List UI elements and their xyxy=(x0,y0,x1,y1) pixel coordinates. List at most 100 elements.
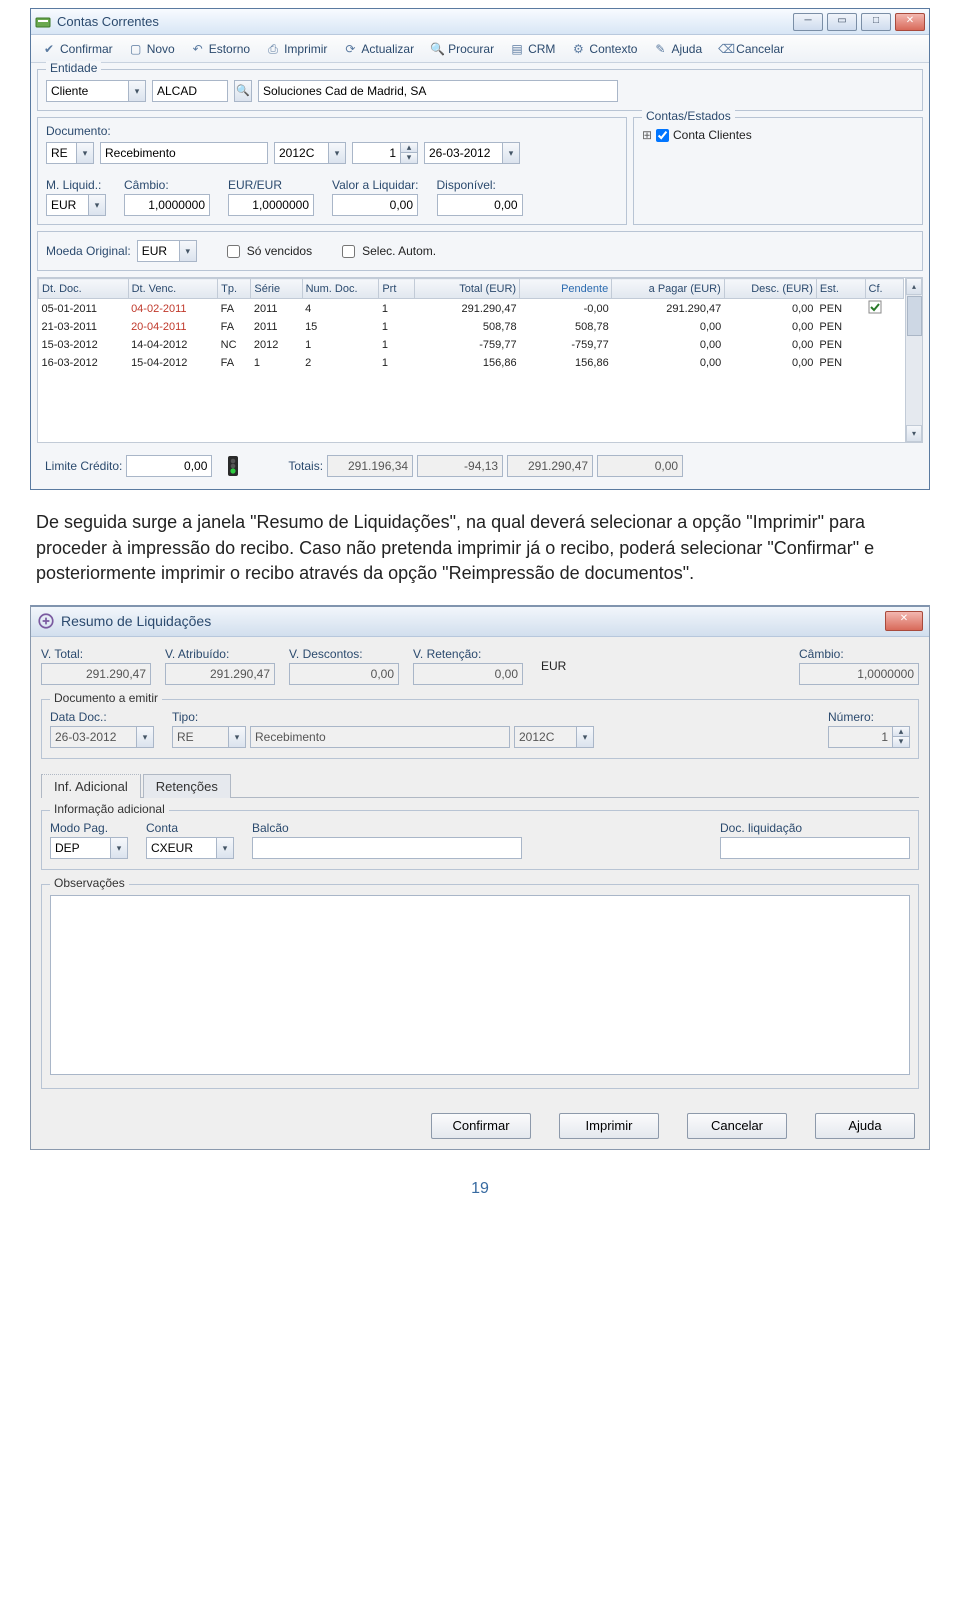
observacoes-textarea[interactable] xyxy=(50,895,910,1075)
toolbar-actualizar[interactable]: ⟳Actualizar xyxy=(336,39,421,59)
toolbar-estorno[interactable]: ↶Estorno xyxy=(184,39,257,59)
dialog-imprimir-button[interactable]: Imprimir xyxy=(559,1113,659,1139)
close-button[interactable]: ✕ xyxy=(895,13,925,31)
tree-expand-icon[interactable]: ⊞ xyxy=(642,128,652,142)
entidade-codigo-input[interactable] xyxy=(152,80,228,102)
eureur-input[interactable] xyxy=(228,194,314,216)
doc-serie-input[interactable] xyxy=(274,142,328,164)
restore-button[interactable]: ▭ xyxy=(827,13,857,31)
tipo-code-select[interactable]: ▾ xyxy=(172,726,246,748)
th-prt[interactable]: Prt xyxy=(379,279,415,299)
scroll-thumb[interactable] xyxy=(907,296,922,336)
spinner-down-icon[interactable]: ▾ xyxy=(892,737,910,748)
dialog-ajuda-button[interactable]: Ajuda xyxy=(815,1113,915,1139)
chk-so-vencidos[interactable]: Só vencidos xyxy=(223,242,312,261)
toolbar-procurar[interactable]: 🔍Procurar xyxy=(423,39,501,59)
dialog-confirmar-button[interactable]: Confirmar xyxy=(431,1113,531,1139)
conta-select[interactable]: ▾ xyxy=(146,837,234,859)
spinner-down-icon[interactable]: ▾ xyxy=(400,153,418,164)
th-est[interactable]: Est. xyxy=(816,279,865,299)
doc-date-select[interactable]: ▾ xyxy=(424,142,520,164)
th-tp[interactable]: Tp. xyxy=(218,279,251,299)
checkbox[interactable] xyxy=(342,245,355,258)
th-numdoc[interactable]: Num. Doc. xyxy=(302,279,379,299)
dialog-close-button[interactable]: ✕ xyxy=(885,611,923,631)
toolbar-imprimir[interactable]: ⎙Imprimir xyxy=(259,39,334,59)
tree-checkbox[interactable] xyxy=(656,129,669,142)
cell-cf[interactable] xyxy=(865,354,903,372)
dialog-cancelar-button[interactable]: Cancelar xyxy=(687,1113,787,1139)
chevron-down-icon[interactable]: ▾ xyxy=(576,726,594,748)
doc-tipodesc-input[interactable] xyxy=(100,142,268,164)
numero-spinner[interactable]: ▴ ▾ xyxy=(828,726,910,748)
toolbar-contexto[interactable]: ⚙Contexto xyxy=(564,39,644,59)
modopag-select[interactable]: ▾ xyxy=(50,837,128,859)
cell-cf[interactable] xyxy=(865,318,903,336)
th-dtvenc[interactable]: Dt. Venc. xyxy=(128,279,218,299)
doc-num-input[interactable] xyxy=(352,142,400,164)
th-desc[interactable]: Desc. (EUR) xyxy=(724,279,816,299)
doc-tipo-input[interactable] xyxy=(46,142,76,164)
chevron-down-icon[interactable]: ▾ xyxy=(88,194,106,216)
search-icon[interactable]: 🔍 xyxy=(234,80,252,102)
mliquid-select[interactable]: ▾ xyxy=(46,194,106,216)
entidade-tipo-select[interactable]: ▾ xyxy=(46,80,146,102)
entidade-tipo-input[interactable] xyxy=(46,80,128,102)
th-apagar[interactable]: a Pagar (EUR) xyxy=(612,279,725,299)
modopag-input[interactable] xyxy=(50,837,110,859)
spinner-up-icon[interactable]: ▴ xyxy=(892,726,910,737)
minimize-button[interactable]: ─ xyxy=(793,13,823,31)
moeda-select[interactable]: ▾ xyxy=(137,240,197,262)
table-row[interactable]: 21-03-201120-04-2011FA2011151508,78508,7… xyxy=(39,318,904,336)
chevron-down-icon[interactable]: ▾ xyxy=(136,726,154,748)
chevron-down-icon[interactable]: ▾ xyxy=(502,142,520,164)
table-row[interactable]: 16-03-201215-04-2012FA121156,86156,860,0… xyxy=(39,354,904,372)
balcao-input[interactable] xyxy=(252,837,522,859)
chevron-down-icon[interactable]: ▾ xyxy=(328,142,346,164)
th-serie[interactable]: Série xyxy=(251,279,302,299)
doc-tipo-select[interactable]: ▾ xyxy=(46,142,94,164)
scroll-down-icon[interactable]: ▾ xyxy=(906,425,922,442)
maximize-button[interactable]: □ xyxy=(861,13,891,31)
doc-date-input[interactable] xyxy=(424,142,502,164)
table-row[interactable]: 15-03-201214-04-2012NC201211-759,77-759,… xyxy=(39,336,904,354)
chevron-down-icon[interactable]: ▾ xyxy=(216,837,234,859)
moeda-input[interactable] xyxy=(137,240,179,262)
chevron-down-icon[interactable]: ▾ xyxy=(110,837,128,859)
docliq-input[interactable] xyxy=(720,837,910,859)
cambio-input[interactable] xyxy=(124,194,210,216)
th-pendente[interactable]: Pendente xyxy=(520,279,612,299)
toolbar-cancelar[interactable]: ⌫Cancelar xyxy=(711,39,791,59)
tree-item-conta-clientes[interactable]: ⊞ Conta Clientes xyxy=(642,128,914,142)
vertical-scrollbar[interactable]: ▴ ▾ xyxy=(905,278,922,442)
checkbox[interactable] xyxy=(227,245,240,258)
tab-inf-adicional[interactable]: Inf. Adicional xyxy=(41,774,141,798)
toolbar-novo[interactable]: ▢Novo xyxy=(122,39,182,59)
entidade-desc-input[interactable] xyxy=(258,80,618,102)
titlebar[interactable]: Contas Correntes ─ ▭ □ ✕ xyxy=(31,9,929,35)
chevron-down-icon[interactable]: ▾ xyxy=(228,726,246,748)
chk-selec-autom[interactable]: Selec. Autom. xyxy=(338,242,436,261)
scroll-up-icon[interactable]: ▴ xyxy=(906,278,922,295)
toolbar-confirmar[interactable]: ✔Confirmar xyxy=(35,39,120,59)
doc-serie-select[interactable]: ▾ xyxy=(274,142,346,164)
toolbar-crm[interactable]: ▤CRM xyxy=(503,39,562,59)
chevron-down-icon[interactable]: ▾ xyxy=(128,80,146,102)
chevron-down-icon[interactable]: ▾ xyxy=(179,240,197,262)
toolbar-ajuda[interactable]: ✎Ajuda xyxy=(646,39,709,59)
doc-num-spinner[interactable]: ▴ ▾ xyxy=(352,142,418,164)
tipo-serie-select[interactable]: ▾ xyxy=(514,726,594,748)
chevron-down-icon[interactable]: ▾ xyxy=(76,142,94,164)
cell-cf[interactable] xyxy=(865,336,903,354)
datadoc-select[interactable]: ▾ xyxy=(50,726,154,748)
dialog-titlebar[interactable]: Resumo de Liquidações ✕ xyxy=(31,607,929,637)
th-total[interactable]: Total (EUR) xyxy=(415,279,520,299)
th-dtdoc[interactable]: Dt. Doc. xyxy=(39,279,129,299)
th-cf[interactable]: Cf. xyxy=(865,279,903,299)
mliquid-input[interactable] xyxy=(46,194,88,216)
disponivel-input[interactable] xyxy=(437,194,523,216)
limite-input[interactable] xyxy=(126,455,212,477)
tab-retencoes[interactable]: Retenções xyxy=(143,774,231,798)
table-row[interactable]: 05-01-201104-02-2011FA201141291.290,47-0… xyxy=(39,299,904,319)
conta-input[interactable] xyxy=(146,837,216,859)
